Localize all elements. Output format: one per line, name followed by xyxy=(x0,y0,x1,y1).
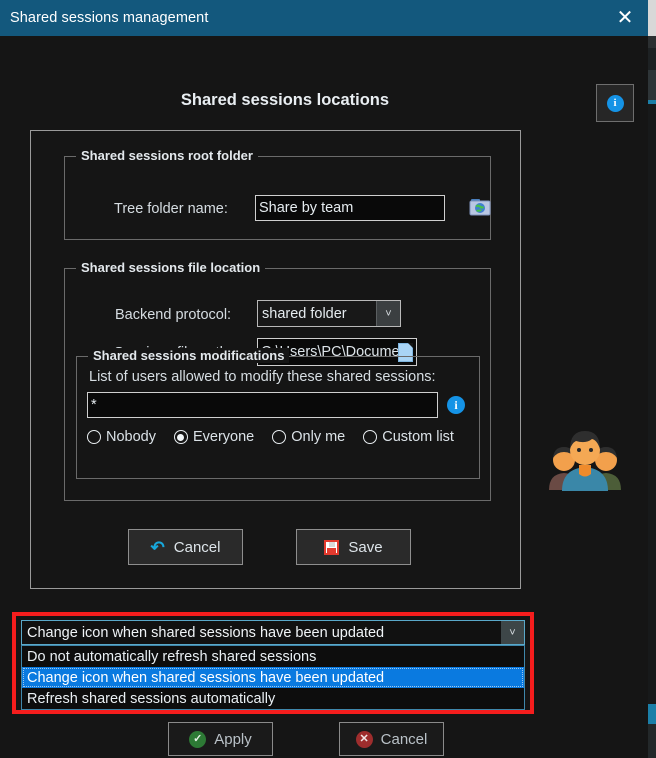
radio-everyone[interactable]: Everyone xyxy=(173,429,255,445)
radio-only-me-mark[interactable] xyxy=(272,430,287,444)
root-folder-group: Shared sessions root folder Tree folder … xyxy=(64,148,493,240)
radio-nobody-label: Nobody xyxy=(106,429,156,445)
x-circle-icon: ✕ xyxy=(355,730,373,748)
root-folder-group-legend: Shared sessions root folder xyxy=(76,148,258,163)
modification-scope-radio-group: Nobody Everyone Only me Custom list xyxy=(87,429,472,445)
refresh-mode-options-list: Do not automatically refresh shared sess… xyxy=(21,645,525,710)
radio-custom-list[interactable]: Custom list xyxy=(363,429,454,445)
window-title: Shared sessions management xyxy=(10,10,209,26)
chevron-down-icon[interactable]: ˅ xyxy=(376,301,400,326)
file-location-group-legend: Shared sessions file location xyxy=(76,260,266,275)
desktop-background-strip xyxy=(648,0,656,758)
window-title-bar: Shared sessions management ✕ xyxy=(0,0,648,36)
radio-everyone-label: Everyone xyxy=(192,429,255,445)
page-title: Shared sessions locations xyxy=(180,91,390,109)
tree-folder-name-value: Share by team xyxy=(259,200,354,216)
tree-folder-name-input[interactable]: Share by team xyxy=(255,195,445,221)
modifications-description: List of users allowed to modify these sh… xyxy=(89,369,436,385)
dialog-cancel-label: Cancel xyxy=(380,730,428,748)
file-location-group: Shared sessions file location Backend pr… xyxy=(64,260,491,501)
chevron-down-icon[interactable]: ˅ xyxy=(501,621,524,644)
people-group-icon xyxy=(543,424,627,492)
allowed-users-input[interactable]: * xyxy=(87,392,438,418)
panel-cancel-label: Cancel xyxy=(173,538,221,556)
close-icon[interactable]: ✕ xyxy=(602,0,648,36)
dialog-content: Shared sessions locations i Shared sessi… xyxy=(0,36,648,758)
modifications-group: Shared sessions modifications List of us… xyxy=(76,348,480,479)
radio-only-me[interactable]: Only me xyxy=(272,429,345,445)
dialog-cancel-button[interactable]: ✕ Cancel xyxy=(339,722,444,756)
refresh-mode-selected-value: Change icon when shared sessions have be… xyxy=(27,624,385,641)
people-group-icon-svg xyxy=(549,431,621,491)
tree-folder-name-label: Tree folder name: xyxy=(114,201,228,217)
info-icon: i xyxy=(606,94,624,112)
refresh-mode-highlight-box: Change icon when shared sessions have be… xyxy=(12,612,534,714)
refresh-mode-option-1[interactable]: Change icon when shared sessions have be… xyxy=(22,667,524,688)
shared-sessions-locations-panel: Shared sessions root folder Tree folder … xyxy=(30,130,521,589)
panel-save-label: Save xyxy=(348,538,383,556)
apply-button[interactable]: ✓ Apply xyxy=(168,722,273,756)
panel-save-button[interactable]: Save xyxy=(296,529,411,565)
radio-custom-list-label: Custom list xyxy=(382,429,454,445)
globe-folder-icon-svg xyxy=(469,199,491,216)
undo-arrow-icon: ↶ xyxy=(150,537,165,557)
allowed-users-value: * xyxy=(91,397,97,413)
backend-protocol-value: shared folder xyxy=(262,305,347,322)
allowed-users-info-icon[interactable]: i xyxy=(447,396,465,414)
refresh-mode-option-2[interactable]: Refresh shared sessions automatically xyxy=(22,688,524,709)
refresh-mode-select[interactable]: Change icon when shared sessions have be… xyxy=(21,620,525,645)
radio-everyone-mark[interactable] xyxy=(173,430,188,444)
modifications-group-legend: Shared sessions modifications xyxy=(88,348,290,363)
check-circle-icon: ✓ xyxy=(189,730,207,748)
radio-nobody[interactable]: Nobody xyxy=(87,429,156,445)
refresh-mode-option-0[interactable]: Do not automatically refresh shared sess… xyxy=(22,646,524,667)
shared-sessions-management-window: Shared sessions management ✕ Shared sess… xyxy=(0,0,648,758)
apply-label: Apply xyxy=(214,730,252,748)
backend-protocol-label: Backend protocol: xyxy=(115,307,232,323)
help-info-button[interactable]: i xyxy=(596,84,634,122)
panel-cancel-button[interactable]: ↶ Cancel xyxy=(128,529,243,565)
floppy-disk-icon xyxy=(324,539,340,555)
globe-folder-icon[interactable] xyxy=(468,197,493,219)
backend-protocol-select[interactable]: shared folder ˅ xyxy=(257,300,401,327)
radio-custom-list-mark[interactable] xyxy=(363,430,378,444)
radio-only-me-label: Only me xyxy=(291,429,346,445)
radio-nobody-mark[interactable] xyxy=(87,430,101,444)
